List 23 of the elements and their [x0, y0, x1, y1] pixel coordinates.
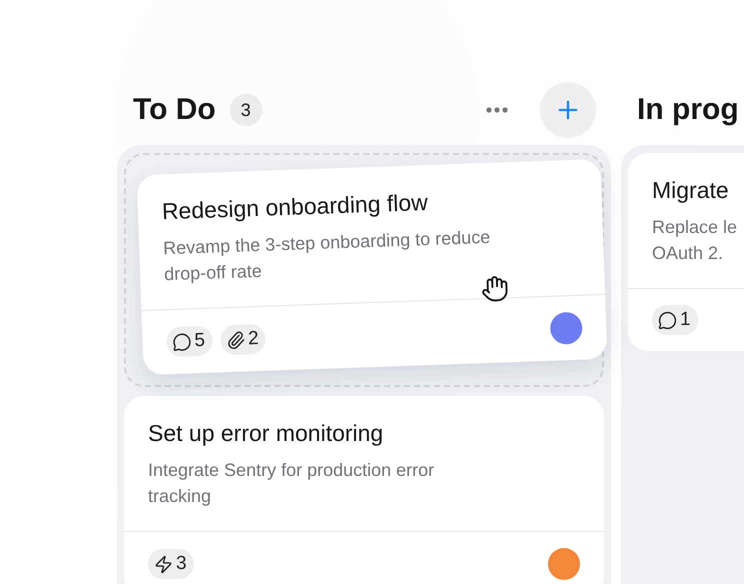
card-count: 3 [230, 94, 262, 126]
card-description: Integrate Sentry for production error tracking [148, 459, 436, 508]
comment-count: 1 [652, 305, 698, 335]
task-card[interactable]: Migrate Replace le OAuth 2. 1 [628, 153, 744, 351]
attachment-count: 2 [220, 324, 266, 356]
card-description: Revamp the 3-step onboarding to reduce drop-off rate [162, 226, 492, 286]
column-title: To Do [133, 93, 216, 127]
card-description: Replace le OAuth 2. [652, 216, 738, 265]
speech-bubble-icon [172, 332, 192, 352]
dots-icon [486, 107, 508, 113]
card-title: Redesign onboarding flow [161, 188, 430, 226]
column-title: In prog [637, 93, 739, 127]
task-card[interactable]: Set up error monitoring Integrate Sentry for production error tracking 3 [124, 396, 604, 584]
comment-count: 5 [166, 326, 213, 358]
card-title: Set up error monitoring [148, 420, 384, 447]
hand-cursor-icon [480, 274, 510, 304]
activity-count: 3 [148, 549, 194, 579]
lightning-icon [154, 554, 173, 574]
more-button[interactable] [486, 107, 508, 113]
speech-bubble-icon [658, 310, 677, 330]
card-title: Migrate [652, 177, 730, 204]
paperclip-icon [226, 330, 246, 350]
task-card[interactable]: Redesign onboarding flow Revamp the 3-step onboarding to reduce drop-off rate 5 2 [136, 158, 608, 376]
